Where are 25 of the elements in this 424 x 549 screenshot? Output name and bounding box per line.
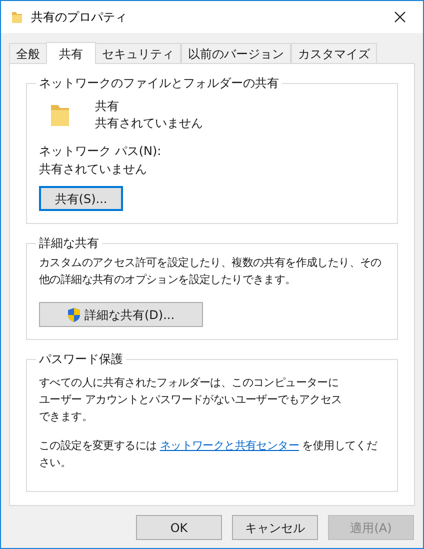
description-text: カスタムのアクセス許可を設定したり、複数の共有を作成したり、その他の詳細な共有のオプションを設定したりできます。 <box>39 255 382 288</box>
folder-name: 共有 <box>95 98 120 115</box>
network-sharing-center-link[interactable]: ネットワークと共有センター <box>160 439 300 452</box>
dialog-button[interactable]: キャンセル <box>232 515 318 540</box>
tab[interactable]: カスタマイズ <box>291 43 377 63</box>
share-button[interactable]: 共有(S)... <box>39 186 123 211</box>
tab[interactable]: 共有 <box>46 42 96 64</box>
folder-status: 共有されていません <box>95 115 203 132</box>
shield-icon <box>67 306 82 322</box>
group-title: パスワード保護 <box>38 351 124 368</box>
folder-icon <box>49 102 71 128</box>
tab[interactable]: 以前のバージョン <box>181 43 291 63</box>
settings-note: この設定を変更するには ネットワークと共有センター を使用してください。 <box>39 438 378 471</box>
group-title: ネットワークのファイルとフォルダーの共有 <box>38 75 280 92</box>
folder-icon <box>11 10 23 24</box>
close-icon <box>394 11 406 23</box>
description-text: すべての人に共有されたフォルダーは、このコンピューターにユーザー アカウントとパスワードがないユーザーでもアクセスできます。 <box>39 375 343 425</box>
advanced-sharing-button[interactable]: 詳細な共有(D)... <box>39 302 203 327</box>
network-path-value: 共有されていません <box>39 161 148 178</box>
tab[interactable]: セキュリティ <box>95 43 181 63</box>
dialog-button[interactable]: OK <box>136 515 222 540</box>
tab[interactable]: 全般 <box>9 43 47 63</box>
window-title: 共有のプロパティ <box>31 9 128 26</box>
network-path-label: ネットワーク パス(N): <box>39 143 162 160</box>
group-title: 詳細な共有 <box>38 235 100 252</box>
